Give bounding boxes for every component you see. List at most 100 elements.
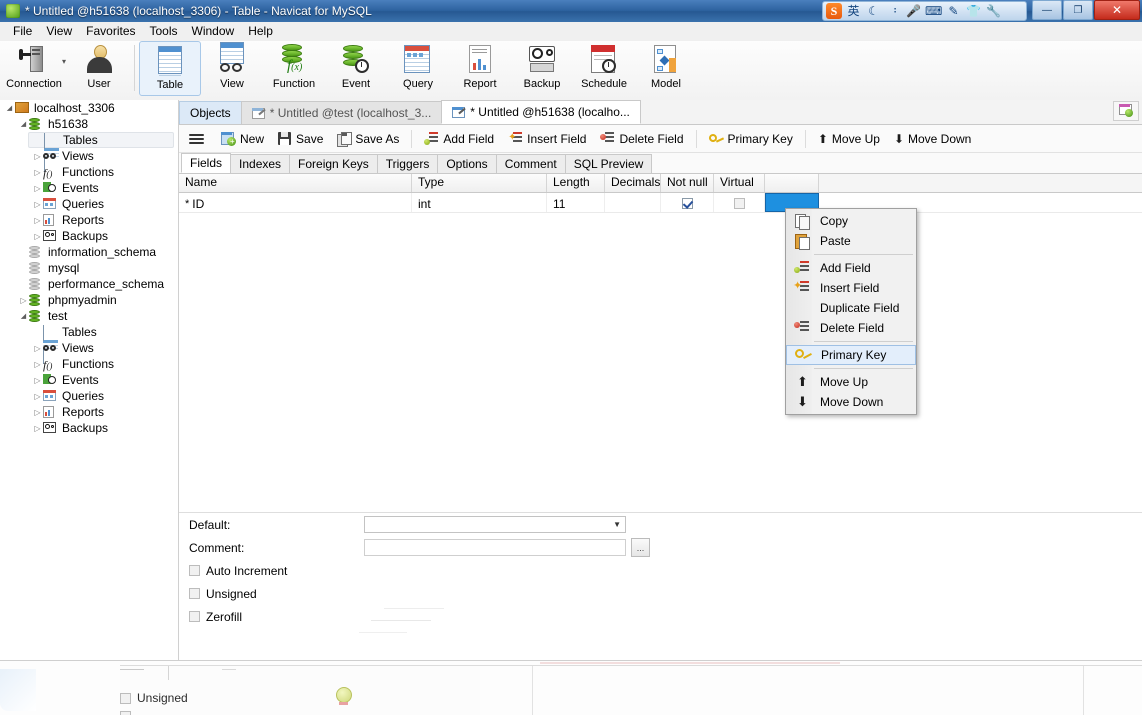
insert-field-button[interactable]: ✦ Insert Field xyxy=(501,127,593,151)
sidebar-item-localhost-3306[interactable]: ◢ localhost_3306 xyxy=(0,100,174,116)
ime-keyboard-icon[interactable]: ⌨ xyxy=(925,3,942,20)
menu-item-help[interactable]: Help xyxy=(241,22,280,40)
context-menu[interactable]: Copy Paste Add Field ✦ Insert Field Duplicate… xyxy=(785,208,917,415)
chevron-right-icon[interactable]: ▷ xyxy=(32,408,43,417)
zerofill-row[interactable]: Zerofill xyxy=(189,605,1142,628)
ime-settings-icon[interactable]: 🔧 xyxy=(985,3,1002,20)
sub-tab-sql-preview[interactable]: SQL Preview xyxy=(564,154,653,173)
chevron-right-icon[interactable]: ▷ xyxy=(32,200,43,209)
ime-handwrite-icon[interactable]: ✎ xyxy=(945,3,962,20)
context-menu-item-add-field[interactable]: Add Field xyxy=(786,258,916,278)
sub-tab-triggers[interactable]: Triggers xyxy=(376,154,439,173)
context-menu-item-primary-key[interactable]: Primary Key xyxy=(786,345,916,365)
toolbar-button-connection[interactable]: ▾ Connection xyxy=(0,41,68,98)
delete-field-button[interactable]: Delete Field xyxy=(593,127,690,151)
move-up-button[interactable]: ⬆ Move Up xyxy=(811,127,887,151)
auto-increment-checkbox[interactable] xyxy=(189,565,200,576)
ime-skin-icon[interactable]: 👕 xyxy=(965,3,982,20)
chevron-right-icon[interactable]: ▷ xyxy=(32,232,43,241)
new-object-icon[interactable] xyxy=(1113,101,1139,121)
ime-toolbar[interactable]: S 英 ☾ ᠄ 🎤 ⌨ ✎ 👕 🔧 xyxy=(822,1,1027,21)
toolbar-button-backup[interactable]: Backup xyxy=(511,41,573,98)
context-menu-item-copy[interactable]: Copy xyxy=(786,211,916,231)
primary-key-button[interactable]: Primary Key xyxy=(702,127,800,151)
not-null-checkbox[interactable] xyxy=(681,198,693,209)
close-button[interactable]: ✕ xyxy=(1094,0,1140,20)
context-menu-item-move-up[interactable]: ⬆ Move Up xyxy=(786,372,916,392)
save-button[interactable]: Save xyxy=(271,127,330,151)
chevron-right-icon[interactable]: ▷ xyxy=(32,424,43,433)
menu-item-window[interactable]: Window xyxy=(185,22,242,40)
sidebar-item-backups[interactable]: ▷ Backups xyxy=(28,228,174,244)
sidebar-item-queries[interactable]: ▷ Queries xyxy=(28,196,174,212)
chevron-down-icon[interactable]: ◢ xyxy=(4,104,15,112)
chevron-right-icon[interactable]: ▷ xyxy=(32,392,43,401)
cell-type[interactable]: int xyxy=(412,193,547,212)
chevron-right-icon[interactable]: ▷ xyxy=(32,152,43,161)
table-row[interactable]: * ID int 11 xyxy=(179,193,1142,213)
toolbar-button-view[interactable]: View xyxy=(201,41,263,98)
minimize-button[interactable]: — xyxy=(1032,0,1062,20)
menu-item-tools[interactable]: Tools xyxy=(143,22,185,40)
column-header-key[interactable] xyxy=(765,174,819,192)
cell-name[interactable]: * ID xyxy=(179,193,412,212)
sidebar-item-backups[interactable]: ▷ Backups xyxy=(28,420,174,436)
chevron-down-icon[interactable]: ◢ xyxy=(18,120,29,128)
sub-tab-options[interactable]: Options xyxy=(437,154,497,173)
column-header-length[interactable]: Length xyxy=(547,174,605,192)
column-header-not-null[interactable]: Not null xyxy=(661,174,714,192)
sidebar-item-information-schema[interactable]: information_schema xyxy=(14,244,174,260)
toolbar-button-model[interactable]: Model xyxy=(635,41,697,98)
sub-tab-fields[interactable]: Fields xyxy=(181,153,232,173)
new-button[interactable]: + New xyxy=(214,127,271,151)
unsigned-checkbox[interactable] xyxy=(189,588,200,599)
ime-moon-icon[interactable]: ☾ xyxy=(865,3,882,20)
sidebar-item-tables[interactable]: Tables xyxy=(28,324,174,364)
auto-increment-row[interactable]: Auto Increment xyxy=(189,559,1142,582)
unsigned-row[interactable]: Unsigned xyxy=(189,582,1142,605)
sidebar-item-test[interactable]: ◢ test xyxy=(14,308,174,324)
sidebar-item-h51638[interactable]: ◢ h51638 xyxy=(14,116,174,132)
menu-item-favorites[interactable]: Favorites xyxy=(79,22,142,40)
column-header-type[interactable]: Type xyxy=(412,174,547,192)
context-menu-item-duplicate-field[interactable]: Duplicate Field xyxy=(786,298,916,318)
ime-mic-icon[interactable]: 🎤 xyxy=(905,3,922,20)
sidebar-item-events[interactable]: ▷ Events xyxy=(28,180,174,196)
context-menu-item-insert-field[interactable]: ✦ Insert Field xyxy=(786,278,916,298)
sidebar-item-views[interactable]: ▷ Views xyxy=(28,148,174,164)
maximize-button[interactable]: ❐ xyxy=(1063,0,1093,20)
chevron-right-icon[interactable]: ▷ xyxy=(32,376,43,385)
tab-untitled-test[interactable]: * Untitled @test (localhost_3... xyxy=(240,101,443,124)
menu-item-view[interactable]: View xyxy=(39,22,79,40)
cell-virtual[interactable] xyxy=(714,193,765,212)
sidebar-item-queries[interactable]: ▷ Queries xyxy=(28,388,174,404)
sidebar-item-views[interactable]: ▷ Views xyxy=(28,340,174,356)
move-down-button[interactable]: ⬇ Move Down xyxy=(887,127,978,151)
comment-input[interactable] xyxy=(364,539,626,556)
cell-not-null[interactable] xyxy=(661,193,714,212)
virtual-checkbox[interactable] xyxy=(733,198,745,209)
default-combobox[interactable]: ▼ xyxy=(364,516,626,533)
comment-browse-button[interactable]: ... xyxy=(631,538,650,557)
sidebar-item-reports[interactable]: ▷ Reports xyxy=(28,404,174,420)
sidebar-item-events[interactable]: ▷ Events xyxy=(28,372,174,388)
sidebar-item-functions[interactable]: ▷ f() Functions xyxy=(28,356,174,372)
context-menu-item-delete-field[interactable]: Delete Field xyxy=(786,318,916,338)
sidebar-item-mysql[interactable]: mysql xyxy=(14,260,174,276)
background-unsigned-checkbox[interactable] xyxy=(120,692,131,704)
chevron-right-icon[interactable]: ▷ xyxy=(32,344,43,353)
sub-tab-foreign-keys[interactable]: Foreign Keys xyxy=(289,154,378,173)
context-menu-item-paste[interactable]: Paste xyxy=(786,231,916,251)
fields-grid[interactable]: Name Type Length Decimals Not null Virtu… xyxy=(179,173,1142,213)
chevron-right-icon[interactable]: ▷ xyxy=(32,184,43,193)
chevron-right-icon[interactable]: ▷ xyxy=(32,216,43,225)
sidebar-item-performance-schema[interactable]: performance_schema xyxy=(14,276,174,292)
connection-dropdown-arrow[interactable]: ▾ xyxy=(62,57,66,66)
sub-tab-comment[interactable]: Comment xyxy=(495,154,566,173)
sogou-logo-icon[interactable]: S xyxy=(826,3,842,19)
sidebar-item-tables[interactable]: Tables xyxy=(28,132,174,172)
background-checkbox-2[interactable] xyxy=(120,711,131,715)
chevron-right-icon[interactable]: ▷ xyxy=(18,296,29,305)
chevron-right-icon[interactable]: ▷ xyxy=(32,360,43,369)
toolbar-button-user[interactable]: User xyxy=(68,41,130,98)
